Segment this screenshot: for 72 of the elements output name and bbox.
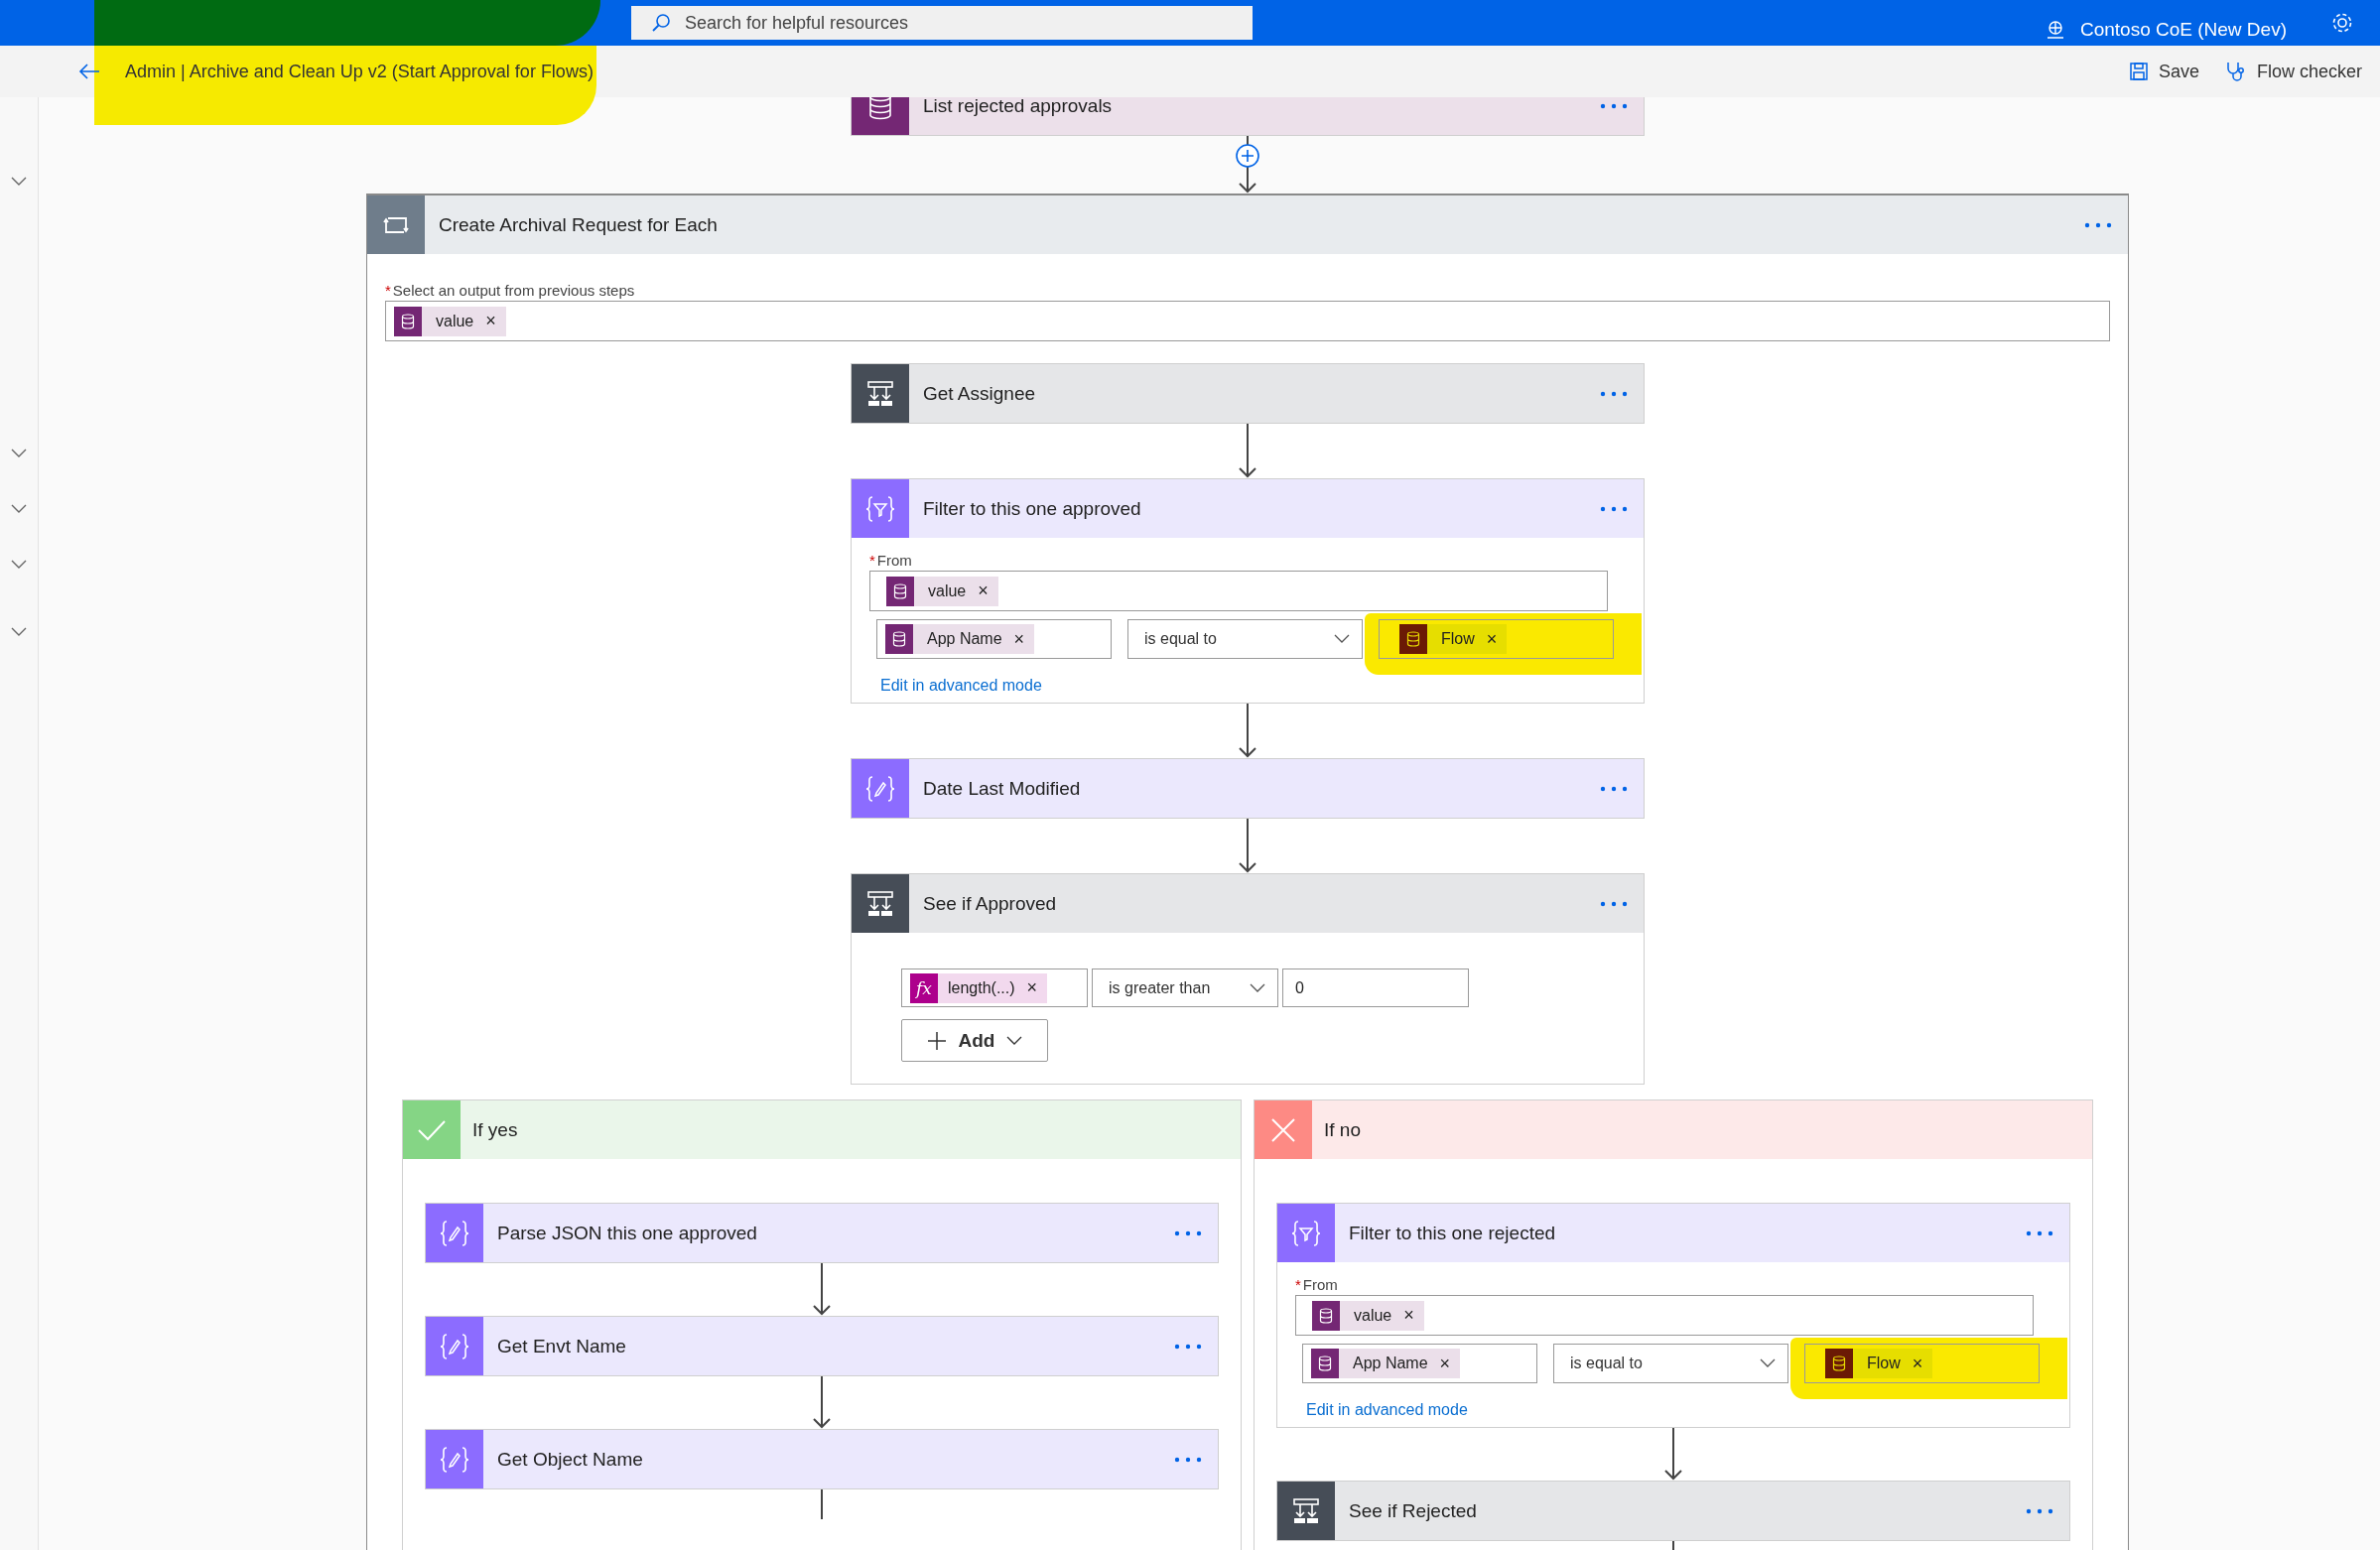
action-title: List rejected approvals: [923, 97, 1114, 117]
action-card[interactable]: Parse JSON this one approved: [425, 1203, 1219, 1263]
action-card[interactable]: Date Last Modified: [851, 758, 1645, 819]
token-chip[interactable]: fx length(...) ×: [910, 972, 1048, 1003]
operator-dropdown[interactable]: is equal to: [1127, 619, 1363, 659]
branch-title: If no: [1324, 1118, 1361, 1141]
right-value-field[interactable]: Flow ×: [1804, 1344, 2040, 1383]
action-card[interactable]: Get Envt Name: [425, 1316, 1219, 1376]
action-title: See if Rejected: [1349, 1499, 1478, 1522]
from-field[interactable]: value ×: [869, 571, 1608, 611]
from-field[interactable]: value ×: [1295, 1295, 2034, 1336]
operator-dropdown[interactable]: is equal to: [1553, 1344, 1788, 1383]
token-chip[interactable]: value ×: [886, 576, 998, 606]
search-field[interactable]: Search for helpful resources: [631, 6, 1253, 40]
field-label: Select an output from previous steps: [392, 282, 635, 299]
required-mark: *: [869, 552, 875, 569]
remove-icon[interactable]: ×: [1013, 628, 1025, 650]
action-card[interactable]: Get Assignee: [851, 363, 1645, 424]
action-title: Create Archival Request for Each: [439, 213, 719, 236]
remove-icon[interactable]: ×: [1439, 1353, 1451, 1374]
token-chip[interactable]: App Name ×: [1311, 1349, 1461, 1378]
action-title: Parse JSON this one approved: [497, 1222, 758, 1244]
remove-icon[interactable]: ×: [1912, 1353, 1923, 1374]
token-chip[interactable]: Flow ×: [1399, 624, 1508, 654]
branch-header[interactable]: If yes: [403, 1100, 1241, 1159]
add-button[interactable]: Add: [901, 1019, 1048, 1062]
branch-header[interactable]: If no: [1255, 1100, 2092, 1159]
token-chip[interactable]: App Name ×: [885, 624, 1035, 654]
card-header[interactable]: See if Approved: [852, 874, 1644, 933]
token-chip[interactable]: value ×: [1312, 1300, 1424, 1331]
branch-title: If yes: [472, 1118, 518, 1141]
left-value-field[interactable]: App Name ×: [1302, 1344, 1537, 1383]
output-field[interactable]: value ×: [385, 301, 2110, 341]
action-title: Filter to this one approved: [923, 497, 1142, 520]
card-header[interactable]: Filter to this one rejected: [1277, 1204, 2069, 1262]
action-title: Get Assignee: [923, 382, 1037, 405]
left-value-field[interactable]: fx length(...) ×: [901, 969, 1088, 1007]
action-title: See if Approved: [923, 892, 1058, 915]
action-card[interactable]: List rejected approvals: [851, 97, 1645, 136]
action-card[interactable]: See if Rejected: [1276, 1481, 2070, 1541]
required-mark: *: [1295, 1276, 1301, 1293]
value-field[interactable]: 0: [1282, 969, 1469, 1007]
flow-title: Admin | Archive and Clean Up v2 (Start Approval for Flows): [125, 61, 594, 82]
remove-icon[interactable]: ×: [1026, 977, 1038, 998]
environment-name[interactable]: Contoso CoE (New Dev): [2079, 19, 2287, 41]
remove-icon[interactable]: ×: [1403, 1305, 1414, 1326]
token-chip[interactable]: Flow ×: [1825, 1349, 1933, 1378]
right-value-field[interactable]: Flow ×: [1379, 619, 1614, 659]
action-card[interactable]: Filter to this one rejected *From value × App Name × is equal to Flow × Edit in advanced mode: [1276, 1203, 2070, 1428]
field-label: From: [876, 552, 912, 569]
action-card[interactable]: Get Object Name: [425, 1429, 1219, 1489]
advanced-mode-link[interactable]: Edit in advanced mode: [1306, 1401, 1468, 1419]
action-card[interactable]: See if Approved fx length(...) × is greater than 0 Add: [851, 873, 1645, 1085]
expression-icon: fx: [910, 972, 938, 1003]
save-button[interactable]: Save: [2120, 61, 2207, 82]
action-title: Date Last Modified: [923, 777, 1082, 800]
operator-dropdown[interactable]: is greater than: [1092, 969, 1278, 1007]
token-chip[interactable]: value ×: [394, 306, 506, 336]
left-value-field[interactable]: App Name ×: [876, 619, 1112, 659]
action-title: Get Object Name: [497, 1448, 644, 1471]
remove-icon[interactable]: ×: [1486, 628, 1498, 650]
action-title: Filter to this one rejected: [1349, 1222, 1557, 1244]
field-label: From: [1302, 1276, 1338, 1293]
flow-checker-button[interactable]: Flow checker: [2216, 61, 2370, 82]
required-mark: *: [385, 282, 391, 299]
card-header[interactable]: Create Archival Request for Each: [367, 195, 2128, 254]
card-header[interactable]: Filter to this one approved: [852, 479, 1644, 538]
advanced-mode-link[interactable]: Edit in advanced mode: [880, 677, 1042, 695]
action-title: Get Envt Name: [497, 1335, 627, 1357]
remove-icon[interactable]: ×: [978, 581, 989, 601]
remove-icon[interactable]: ×: [485, 311, 496, 331]
action-card[interactable]: Filter to this one approved *From value × App Name × is equal to Flow × Edit in advanced mode: [851, 478, 1645, 704]
